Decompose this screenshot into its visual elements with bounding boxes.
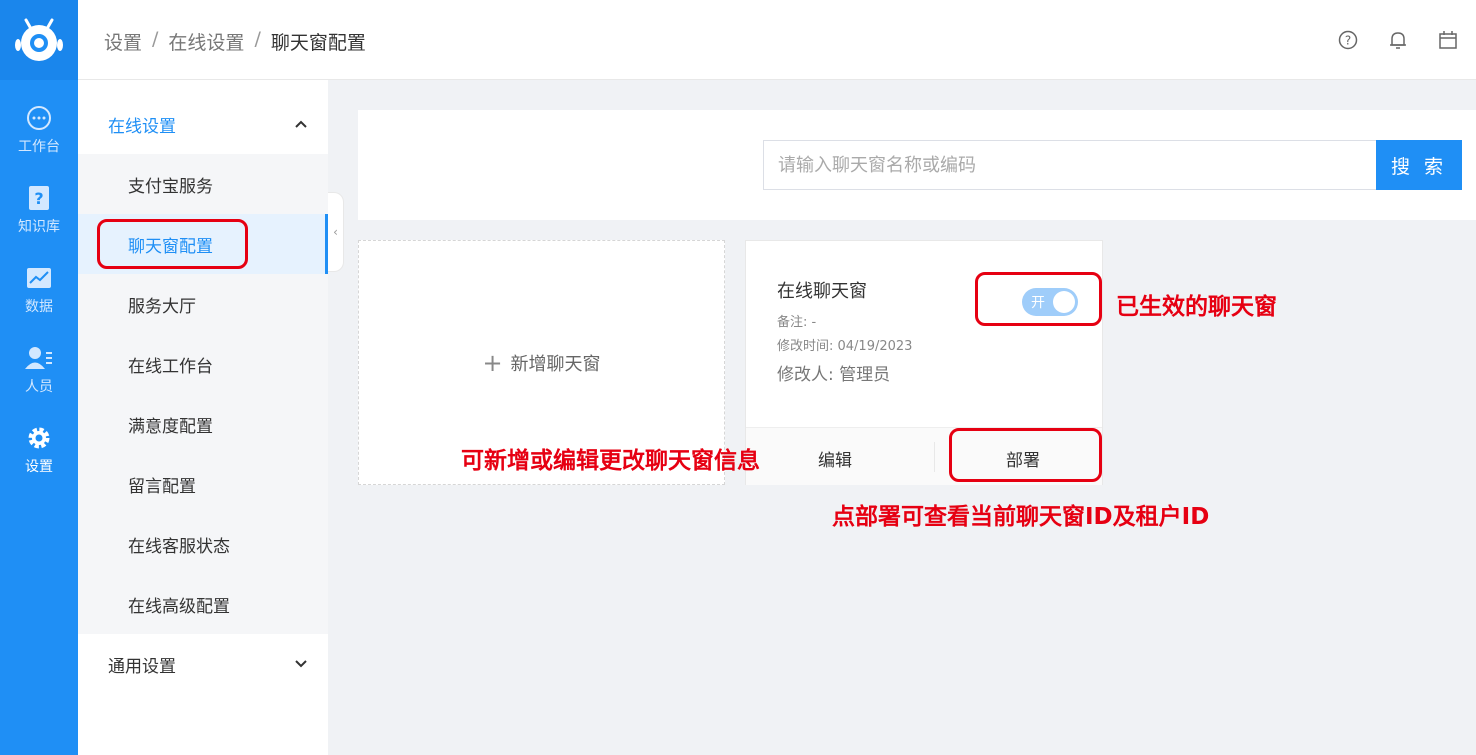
subnav-item-service-hall[interactable]: 服务大厅 xyxy=(78,274,328,334)
chevron-down-icon xyxy=(294,656,308,676)
breadcrumb-separator: / xyxy=(254,28,261,50)
search-input[interactable] xyxy=(763,140,1377,190)
annotation-box-deploy xyxy=(949,428,1102,482)
subnav-item-satisfaction[interactable]: 满意度配置 xyxy=(78,394,328,454)
subnav-item-message[interactable]: 留言配置 xyxy=(78,454,328,514)
chart-icon xyxy=(25,264,53,292)
robot-logo-icon xyxy=(15,18,63,61)
subnav-item-agent-status[interactable]: 在线客服状态 xyxy=(78,514,328,574)
add-chat-window-label: 新增聊天窗 xyxy=(510,353,601,375)
left-rail: 工作台 ? 知识库 数据 人员 设置 xyxy=(0,0,78,755)
gear-icon xyxy=(25,424,53,452)
group-title-label: 在线设置 xyxy=(108,116,176,137)
annotation-deploy-note: 点部署可查看当前聊天窗ID及租户ID xyxy=(832,504,1210,530)
group-general-settings[interactable]: 通用设置 xyxy=(78,634,328,694)
breadcrumb-separator: / xyxy=(152,28,159,50)
annotation-box-chat-config xyxy=(97,219,248,269)
search-panel: 搜 索 xyxy=(358,110,1476,220)
subnav-item-online-workbench[interactable]: 在线工作台 xyxy=(78,334,328,394)
top-header: 设置 / 在线设置 / 聊天窗配置 ? xyxy=(78,0,1476,80)
chat-window-modified-time: 修改时间: 04/19/2023 xyxy=(777,339,913,354)
question-book-icon: ? xyxy=(25,184,53,212)
settings-subnav: 在线设置 支付宝服务 聊天窗配置 服务大厅 在线工作台 满意度配置 留言配置 在… xyxy=(78,80,328,755)
calendar-icon[interactable] xyxy=(1438,30,1458,50)
action-divider xyxy=(934,442,935,472)
chat-bubble-icon xyxy=(25,104,53,132)
chevron-up-icon xyxy=(294,116,308,136)
chat-window-title: 在线聊天窗 xyxy=(777,281,867,302)
plus-icon: + xyxy=(482,348,503,377)
help-icon[interactable]: ? xyxy=(1338,30,1358,50)
rail-item-workbench[interactable]: 工作台 xyxy=(0,90,78,170)
person-list-icon xyxy=(25,344,53,372)
breadcrumb-current: 聊天窗配置 xyxy=(270,32,366,54)
breadcrumb: 设置 / 在线设置 / 聊天窗配置 xyxy=(104,28,366,55)
rail-item-knowledge[interactable]: ? 知识库 xyxy=(0,170,78,250)
chevron-left-icon: ‹ xyxy=(333,225,338,239)
annotation-active-note: 已生效的聊天窗 xyxy=(1116,294,1277,320)
subnav-item-alipay[interactable]: 支付宝服务 xyxy=(78,154,328,214)
rail-item-label: 设置 xyxy=(25,459,53,475)
annotation-edit-note: 可新增或编辑更改聊天窗信息 xyxy=(461,448,760,474)
rail-item-label: 人员 xyxy=(25,379,53,395)
rail-item-settings[interactable]: 设置 xyxy=(0,410,78,490)
breadcrumb-item[interactable]: 设置 xyxy=(104,28,142,55)
group-title-label: 通用设置 xyxy=(108,656,176,677)
rail-item-label: 工作台 xyxy=(18,139,60,155)
rail-item-label: 数据 xyxy=(25,299,53,315)
rail-item-label: 知识库 xyxy=(18,219,60,235)
subnav-item-advanced[interactable]: 在线高级配置 xyxy=(78,574,328,634)
search-button[interactable]: 搜 索 xyxy=(1376,140,1462,190)
rail-item-data[interactable]: 数据 xyxy=(0,250,78,330)
app-logo[interactable] xyxy=(0,0,78,80)
bell-icon[interactable] xyxy=(1388,30,1408,50)
chat-window-modifier: 修改人: 管理员 xyxy=(777,365,891,385)
edit-button[interactable]: 编辑 xyxy=(818,446,852,471)
breadcrumb-item[interactable]: 在线设置 xyxy=(168,28,244,55)
annotation-box-toggle xyxy=(975,272,1102,326)
rail-item-people[interactable]: 人员 xyxy=(0,330,78,410)
svg-text:?: ? xyxy=(34,189,43,208)
group-online-settings[interactable]: 在线设置 xyxy=(78,94,328,154)
collapse-sidebar-button[interactable]: ‹ xyxy=(328,192,344,272)
svg-text:?: ? xyxy=(1345,34,1351,48)
chat-window-remark: 备注: - xyxy=(777,315,817,330)
